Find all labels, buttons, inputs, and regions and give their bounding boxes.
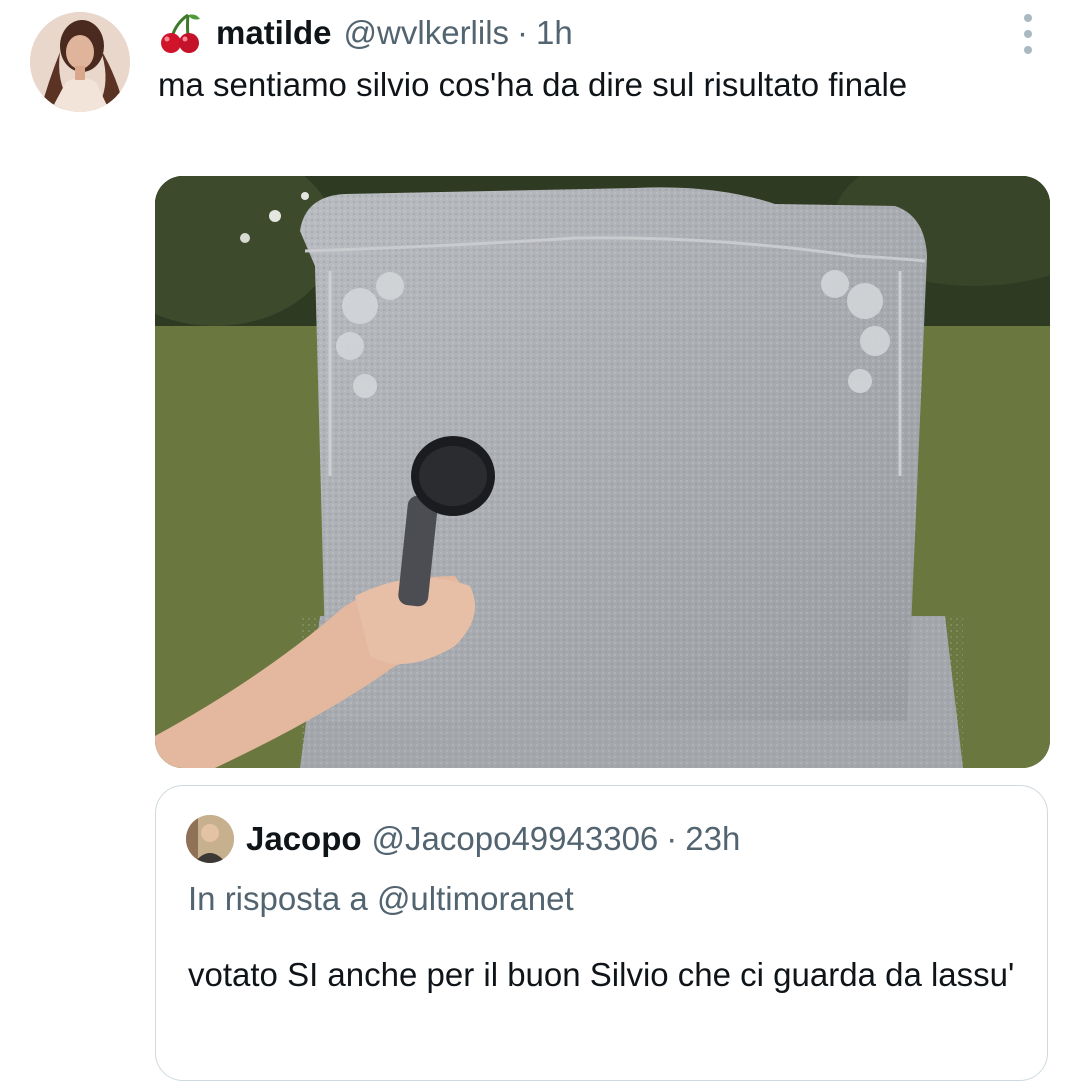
quote-author-avatar[interactable] [186,815,234,863]
quote-text: votato SI anche per il buon Silvio che c… [188,956,1015,993]
tweet-media-image[interactable] [155,176,1050,768]
tweet-header: matilde @wvlkerlils · 1h [158,8,573,58]
quote-author-handle[interactable]: @Jacopo49943306 [372,820,659,858]
tweet-timestamp[interactable]: 1h [536,14,573,52]
author-name[interactable]: matilde [216,14,332,52]
reply-to-handle[interactable]: @ultimoranet [377,880,574,917]
author-handle[interactable]: @wvlkerlils [344,14,510,52]
reply-context: In risposta a @ultimoranet [188,874,574,924]
separator-dot: · [517,14,529,51]
quoted-tweet-card[interactable]: Jacopo @Jacopo49943306 · 23h In risposta… [155,785,1048,1081]
tweet-text: ma sentiamo silvio cos'ha da dire sul ri… [158,66,908,103]
quote-author-name[interactable]: Jacopo [246,820,362,858]
cherry-icon [158,11,202,55]
quote-separator-dot: · [666,820,678,857]
quote-timestamp[interactable]: 23h [685,820,740,858]
more-options-icon[interactable] [1016,14,1040,54]
reply-prefix: In risposta a [188,880,368,917]
quote-header: Jacopo @Jacopo49943306 · 23h [186,814,740,864]
author-avatar[interactable] [30,12,130,112]
